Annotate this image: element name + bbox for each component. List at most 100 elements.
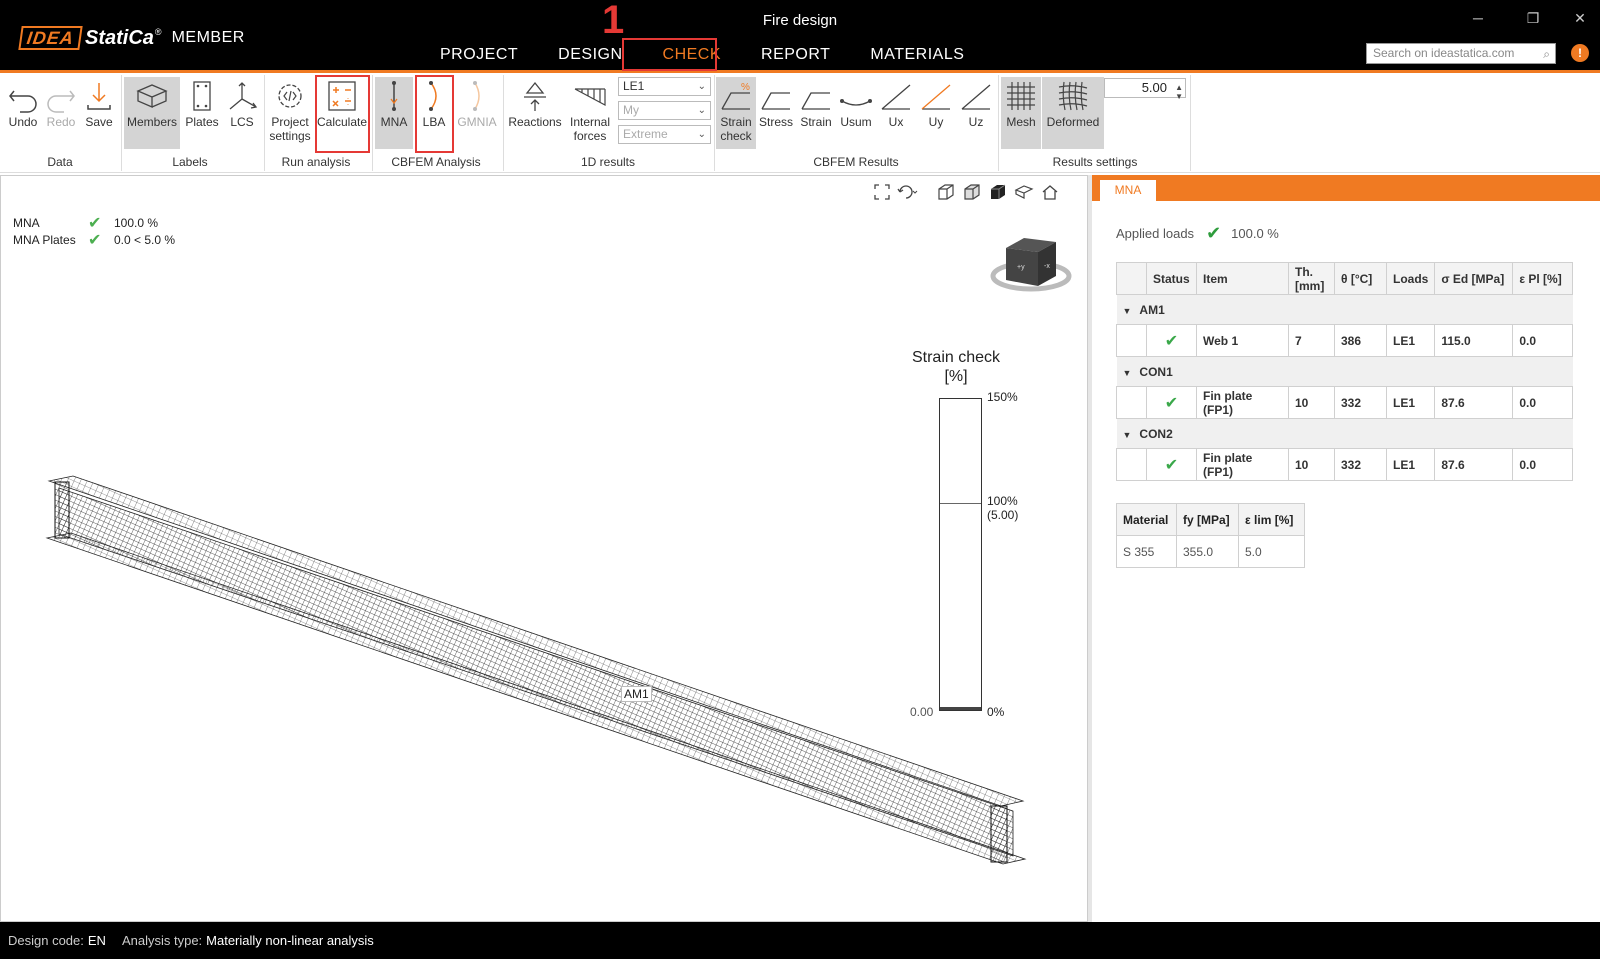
spin-down-icon[interactable]: ▼	[1175, 88, 1183, 106]
internal-forces-label-1: Internal	[569, 115, 611, 129]
header-thickness[interactable]: Th. [mm]	[1288, 262, 1335, 295]
ux-button[interactable]: Ux	[877, 77, 915, 149]
legend-limit-line	[940, 503, 981, 504]
deformed-label: Deformed	[1046, 115, 1100, 129]
group-row[interactable]: ▼ AM1	[1116, 294, 1573, 325]
mesh-button[interactable]: Mesh	[1001, 77, 1041, 149]
tab-report[interactable]: REPORT	[741, 40, 850, 70]
mna-button[interactable]: MNA	[375, 77, 413, 149]
group-row[interactable]: ▼ CON1	[1116, 356, 1573, 387]
zoom-extents-icon[interactable]	[869, 182, 895, 202]
header-eps-lim: ε lim [%]	[1238, 503, 1305, 536]
lcs-icon	[229, 82, 258, 110]
wireframe-cube-icon[interactable]	[933, 182, 959, 202]
search-icon[interactable]: ⌕	[1543, 45, 1550, 64]
strain-check-button[interactable]: % Strain check	[716, 77, 756, 149]
group-separator	[121, 75, 122, 171]
plates-button[interactable]: Plates	[183, 77, 221, 149]
extreme-select[interactable]: Extreme ⌄	[618, 125, 711, 144]
header-fy: fy [MPa]	[1176, 503, 1239, 536]
extreme-value: Extreme	[623, 127, 668, 141]
header-item[interactable]: Item	[1196, 262, 1289, 295]
table-row[interactable]: ✔ Fin plate (FP1) 10 332 LE1 87.6 0.0	[1116, 386, 1574, 419]
applied-loads-label: Applied loads	[1116, 226, 1195, 241]
search-input[interactable]: Search on ideastatica.com ⌕	[1366, 43, 1556, 64]
usum-label: Usum	[840, 115, 872, 129]
redo-icon	[47, 90, 75, 113]
uz-label: Uz	[968, 115, 984, 129]
view-cube-icon[interactable]: +y -x	[986, 228, 1076, 298]
header-loads[interactable]: Loads	[1385, 262, 1436, 295]
header-temperature[interactable]: θ [°C]	[1334, 262, 1387, 295]
group-row[interactable]: ▼ CON2	[1116, 418, 1573, 449]
restore-button[interactable]: ❐	[1523, 10, 1543, 27]
status-label: MNA	[13, 215, 40, 230]
internal-forces-button[interactable]: Internal forces	[565, 77, 615, 149]
strain-check-icon: %	[721, 82, 750, 110]
header-material: Material	[1116, 503, 1177, 536]
collapse-triangle-icon[interactable]: ▼	[1123, 368, 1132, 378]
check-icon: ✔	[1206, 223, 1222, 243]
close-button[interactable]: ✕	[1570, 10, 1590, 27]
component-select[interactable]: My ⌄	[618, 101, 711, 120]
header-stress[interactable]: σ Ed [MPa]	[1434, 262, 1514, 295]
window-title: Fire design	[762, 12, 838, 29]
group-separator	[372, 75, 373, 171]
group-name[interactable]: ▼ AM1	[1116, 294, 1573, 325]
usum-button[interactable]: Usum	[837, 77, 875, 149]
group-name[interactable]: ▼ CON2	[1116, 418, 1573, 449]
table-row[interactable]: ✔ Fin plate (FP1) 10 332 LE1 87.6 0.0	[1116, 448, 1574, 481]
gmnia-icon	[473, 81, 480, 111]
load-case-select[interactable]: LE1 ⌄	[618, 77, 711, 96]
rotate-icon[interactable]	[895, 182, 921, 202]
status-label: MNA Plates	[13, 232, 76, 247]
collapse-triangle-icon[interactable]: ▼	[1123, 430, 1132, 440]
header-plastic-strain[interactable]: ε Pl [%]	[1512, 262, 1574, 295]
cell-eps-lim: 5.0	[1238, 535, 1305, 568]
tab-mna[interactable]: MNA	[1100, 180, 1156, 201]
cell-stress: 115.0	[1434, 324, 1514, 357]
group-cbfem-analysis-label: CBFEM Analysis	[391, 155, 481, 169]
table-row[interactable]: ✔ Web 1 7 386 LE1 115.0 0.0	[1116, 324, 1574, 357]
info-icon[interactable]: !	[1571, 44, 1589, 62]
reactions-icon	[524, 81, 546, 111]
uy-button[interactable]: Uy	[917, 77, 955, 149]
uz-button[interactable]: Uz	[957, 77, 995, 149]
settings-gear-icon	[278, 84, 302, 108]
cell-item: Web 1	[1196, 324, 1289, 357]
member-label-am1[interactable]: AM1	[621, 686, 652, 702]
component-value: My	[623, 103, 639, 117]
mesh-icon	[1007, 82, 1035, 110]
usum-icon	[840, 99, 872, 106]
save-label: Save	[85, 115, 113, 129]
solid-cube-icon[interactable]	[985, 182, 1011, 202]
group-name[interactable]: ▼ CON1	[1116, 356, 1573, 387]
deformed-button[interactable]: Deformed	[1042, 77, 1104, 149]
tab-materials[interactable]: MATERIALS	[850, 40, 984, 70]
svg-text:%: %	[741, 82, 750, 93]
beam-mesh-model[interactable]	[41, 466, 1031, 876]
section-plane-icon[interactable]	[1011, 182, 1037, 202]
collapse-triangle-icon[interactable]: ▼	[1123, 306, 1132, 316]
save-button[interactable]: Save	[80, 77, 118, 149]
strain-icon	[801, 92, 830, 110]
3d-viewport[interactable]: MNA ✔ 100.0 % MNA Plates ✔ 0.0 < 5.0 % +…	[0, 175, 1088, 922]
lcs-button[interactable]: LCS	[223, 77, 261, 149]
gmnia-button[interactable]: GMNIA	[455, 77, 499, 149]
header-status[interactable]: Status	[1146, 262, 1197, 295]
undo-button[interactable]: Undo	[4, 77, 42, 149]
stress-button[interactable]: Stress	[757, 77, 795, 149]
minimize-button[interactable]: ─	[1468, 10, 1488, 26]
transparent-cube-icon[interactable]	[959, 182, 985, 202]
tab-project[interactable]: PROJECT	[420, 40, 538, 70]
title-bar: IDEA StatiCa ® MEMBER Fire design PROJEC…	[0, 0, 1600, 70]
check-icon: ✔	[88, 231, 102, 249]
strain-button[interactable]: Strain	[797, 77, 835, 149]
home-view-icon[interactable]	[1037, 182, 1063, 202]
uz-icon	[961, 84, 991, 110]
project-settings-button[interactable]: Project settings	[265, 77, 315, 149]
deformation-scale-input[interactable]: 5.00 ▲ ▼	[1104, 78, 1186, 101]
members-button[interactable]: Members	[124, 77, 180, 149]
reactions-button[interactable]: Reactions	[507, 77, 563, 149]
redo-button[interactable]: Redo	[42, 77, 80, 149]
